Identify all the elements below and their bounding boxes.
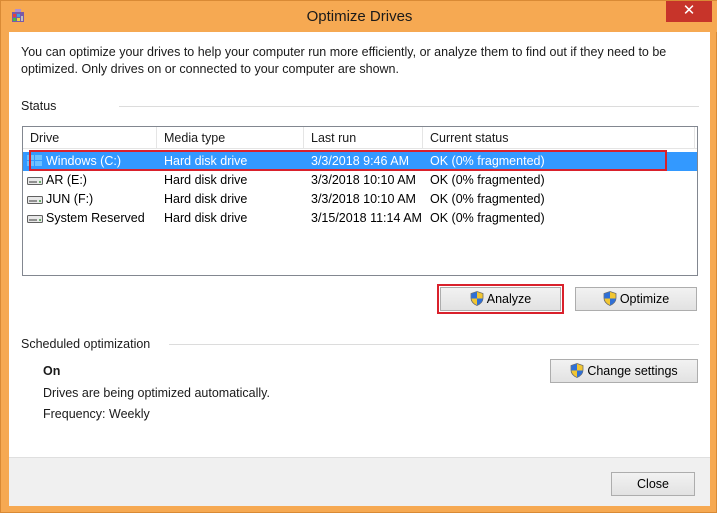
drive-current-status: OK (0% fragmented)	[430, 211, 545, 225]
window-close-button[interactable]: ✕	[666, 1, 712, 22]
status-group-divider	[119, 106, 699, 107]
drive-last-run: 3/15/2018 11:14 AM	[311, 211, 422, 225]
drive-current-status: OK (0% fragmented)	[430, 192, 545, 206]
drives-list-header: Drive Media type Last run Current status	[23, 127, 697, 149]
uac-shield-icon	[470, 291, 484, 306]
uac-shield-icon	[570, 363, 584, 378]
optimize-button[interactable]: Optimize	[575, 287, 697, 311]
hard-drive-icon	[27, 196, 43, 204]
close-button-label: Close	[637, 477, 669, 491]
drive-name: Windows (C:)	[46, 154, 122, 168]
column-header-last-run[interactable]: Last run	[304, 127, 423, 149]
drive-media-type: Hard disk drive	[164, 173, 248, 187]
drive-row-jun-f[interactable]: JUN (F:) Hard disk drive 3/3/2018 10:10 …	[23, 190, 697, 209]
drive-row-system-reserved[interactable]: System Reserved Hard disk drive 3/15/201…	[23, 209, 697, 228]
status-group-label: Status	[21, 99, 57, 113]
column-header-media-type[interactable]: Media type	[157, 127, 304, 149]
optimize-drives-window: Optimize Drives ✕ You can optimize your …	[0, 0, 717, 513]
drive-row-windows-c[interactable]: Windows (C:) Hard disk drive 3/3/2018 9:…	[23, 152, 697, 171]
drive-last-run: 3/3/2018 9:46 AM	[311, 154, 409, 168]
hard-drive-icon	[27, 215, 43, 223]
schedule-state: On	[43, 364, 61, 378]
analyze-button[interactable]: Analyze	[440, 287, 561, 311]
schedule-frequency: Frequency: Weekly	[43, 407, 150, 421]
drive-last-run: 3/3/2018 10:10 AM	[311, 173, 416, 187]
close-button[interactable]: Close	[611, 472, 695, 496]
drive-name: System Reserved	[46, 211, 145, 225]
drive-last-run: 3/3/2018 10:10 AM	[311, 192, 416, 206]
drive-name: JUN (F:)	[46, 192, 94, 206]
intro-text: You can optimize your drives to help you…	[21, 45, 667, 76]
drive-media-type: Hard disk drive	[164, 154, 248, 168]
column-header-drive[interactable]: Drive	[23, 127, 157, 149]
drive-name: AR (E:)	[46, 173, 87, 187]
drive-media-type: Hard disk drive	[164, 192, 248, 206]
uac-shield-icon	[603, 291, 617, 306]
drive-media-type: Hard disk drive	[164, 211, 248, 225]
drives-list[interactable]: Drive Media type Last run Current status…	[22, 126, 698, 276]
scheduled-group-label: Scheduled optimization	[21, 337, 151, 351]
analyze-button-label: Analyze	[486, 292, 532, 306]
column-header-current-status[interactable]: Current status	[423, 127, 695, 149]
title-bar[interactable]: Optimize Drives ✕	[1, 1, 717, 32]
dialog-client-area: You can optimize your drives to help you…	[9, 32, 710, 506]
dialog-footer: Close	[9, 457, 710, 506]
change-settings-button-label: Change settings	[587, 364, 678, 378]
optimize-button-label: Optimize	[619, 292, 670, 306]
schedule-description: Drives are being optimized automatically…	[43, 386, 270, 400]
drive-current-status: OK (0% fragmented)	[430, 154, 545, 168]
windows-drive-icon	[27, 155, 42, 166]
scheduled-group-divider	[169, 344, 699, 345]
hard-drive-icon	[27, 177, 43, 185]
change-settings-button[interactable]: Change settings	[550, 359, 698, 383]
window-title: Optimize Drives	[306, 8, 413, 25]
drive-row-ar-e[interactable]: AR (E:) Hard disk drive 3/3/2018 10:10 A…	[23, 171, 697, 190]
drive-current-status: OK (0% fragmented)	[430, 173, 545, 187]
